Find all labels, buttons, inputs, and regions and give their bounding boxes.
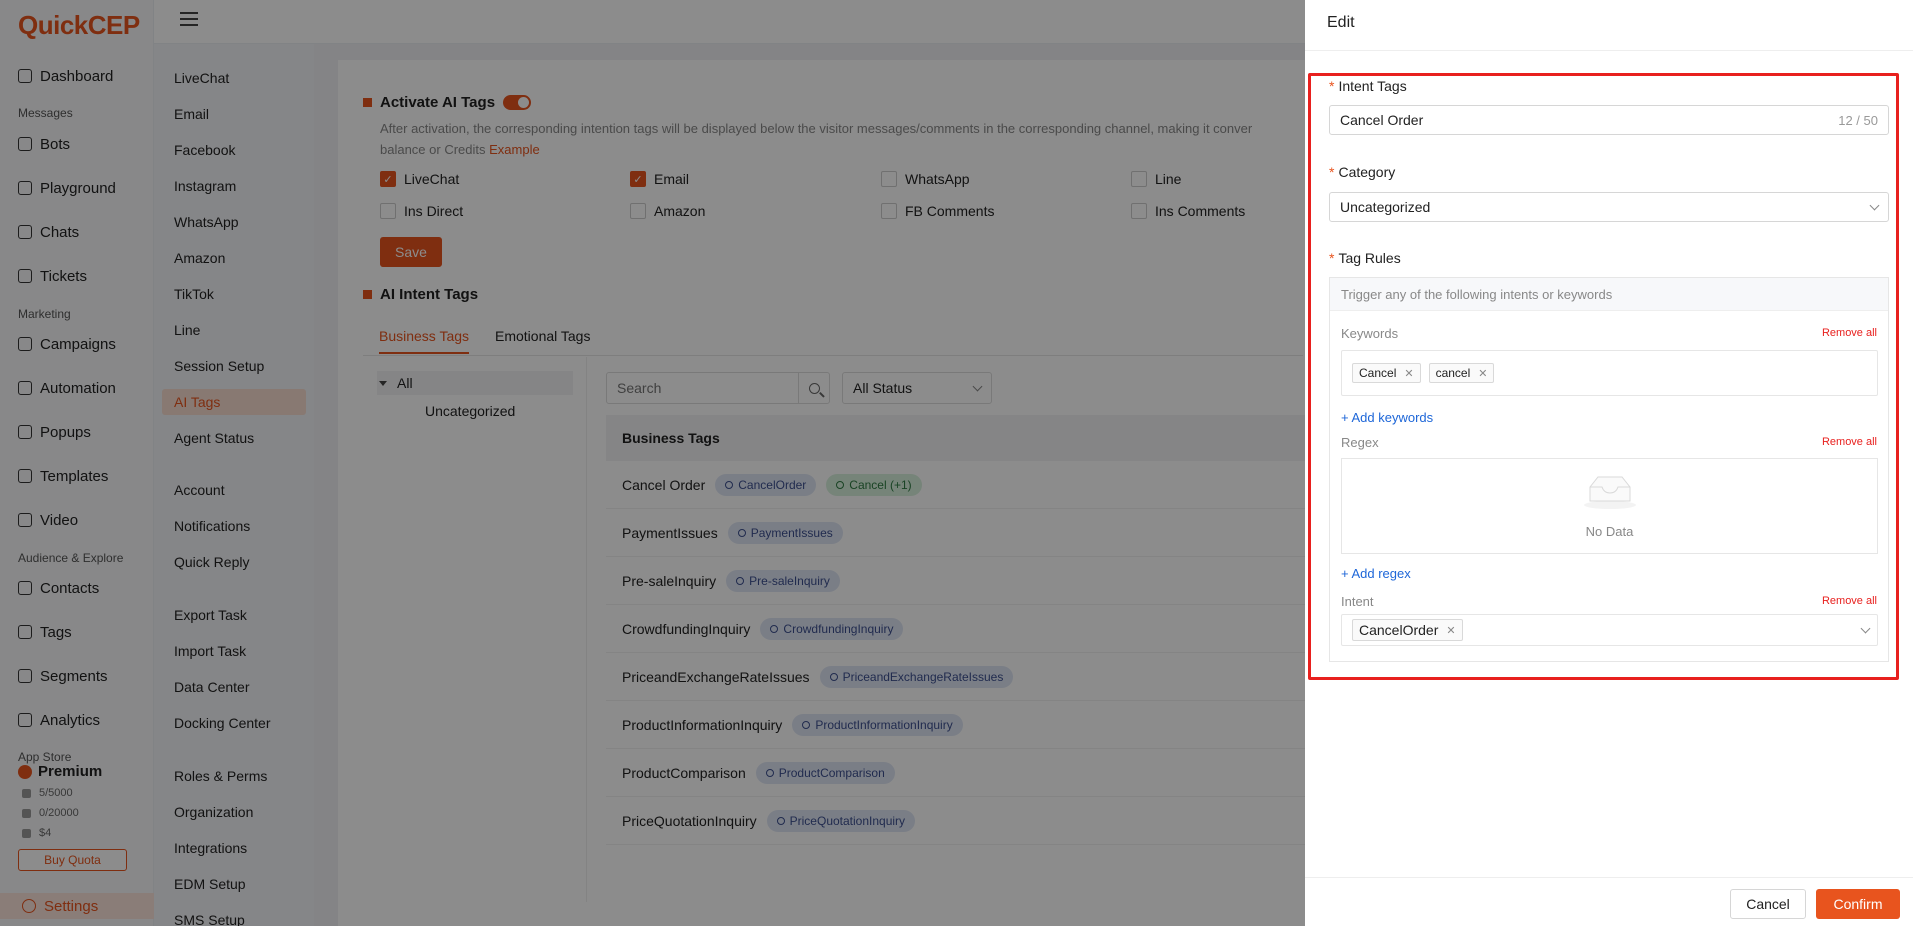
label-text: Category — [1338, 164, 1396, 180]
drawer-title: Edit — [1327, 14, 1355, 31]
add-keywords-link[interactable]: + Add keywords — [1341, 410, 1433, 425]
edit-drawer: Edit * Intent Tags Cancel Order 12 / 50 *… — [1305, 0, 1913, 926]
close-icon[interactable]: ✕ — [1478, 367, 1487, 380]
intent-select[interactable]: CancelOrder ✕ — [1341, 614, 1878, 646]
category-select[interactable]: Uncategorized — [1329, 192, 1889, 222]
char-count: 12 / 50 — [1838, 112, 1878, 128]
tag-rules-panel: Trigger any of the following intents or … — [1329, 277, 1889, 662]
regex-box: No Data — [1341, 458, 1878, 554]
chevron-down-icon — [1860, 623, 1871, 633]
intent-text: CancelOrder — [1359, 622, 1439, 638]
keyword-tag: Cancel ✕ — [1352, 363, 1421, 383]
regex-label: Regex — [1341, 435, 1379, 450]
modal-overlay[interactable] — [0, 0, 1305, 926]
keyword-text: Cancel — [1359, 366, 1397, 380]
rules-hint: Trigger any of the following intents or … — [1330, 278, 1888, 311]
drawer-footer: Cancel Confirm — [1305, 877, 1913, 926]
close-icon[interactable]: ✕ — [1404, 367, 1413, 380]
chevron-down-icon — [1869, 200, 1880, 210]
drawer-header: Edit — [1305, 0, 1913, 51]
add-regex-link[interactable]: + Add regex — [1341, 566, 1411, 581]
remove-all-intent[interactable]: Remove all — [1822, 595, 1877, 607]
no-data-text: No Data — [1585, 524, 1634, 539]
intent-tags-label: * Intent Tags — [1329, 78, 1407, 94]
intent-label: Intent — [1341, 594, 1374, 609]
keyword-text: cancel — [1435, 366, 1471, 380]
empty-inbox-icon — [1584, 476, 1636, 509]
label-text: Intent Tags — [1338, 78, 1407, 94]
keywords-box[interactable]: Cancel ✕ cancel ✕ — [1341, 350, 1878, 396]
intent-tag: CancelOrder ✕ — [1352, 619, 1463, 641]
remove-all-regex[interactable]: Remove all — [1822, 436, 1877, 448]
intent-tags-input[interactable]: Cancel Order 12 / 50 — [1329, 105, 1889, 135]
remove-all-keywords[interactable]: Remove all — [1822, 327, 1877, 339]
cancel-button[interactable]: Cancel — [1730, 889, 1806, 919]
input-value: Cancel Order — [1340, 112, 1424, 128]
keyword-tag: cancel ✕ — [1428, 363, 1495, 383]
confirm-button[interactable]: Confirm — [1816, 889, 1900, 919]
label-text: Tag Rules — [1338, 250, 1401, 266]
keywords-label: Keywords — [1341, 326, 1399, 341]
category-label: * Category — [1329, 164, 1396, 180]
select-value: Uncategorized — [1340, 199, 1431, 215]
close-icon[interactable]: ✕ — [1446, 624, 1455, 637]
tag-rules-label: * Tag Rules — [1329, 250, 1401, 266]
